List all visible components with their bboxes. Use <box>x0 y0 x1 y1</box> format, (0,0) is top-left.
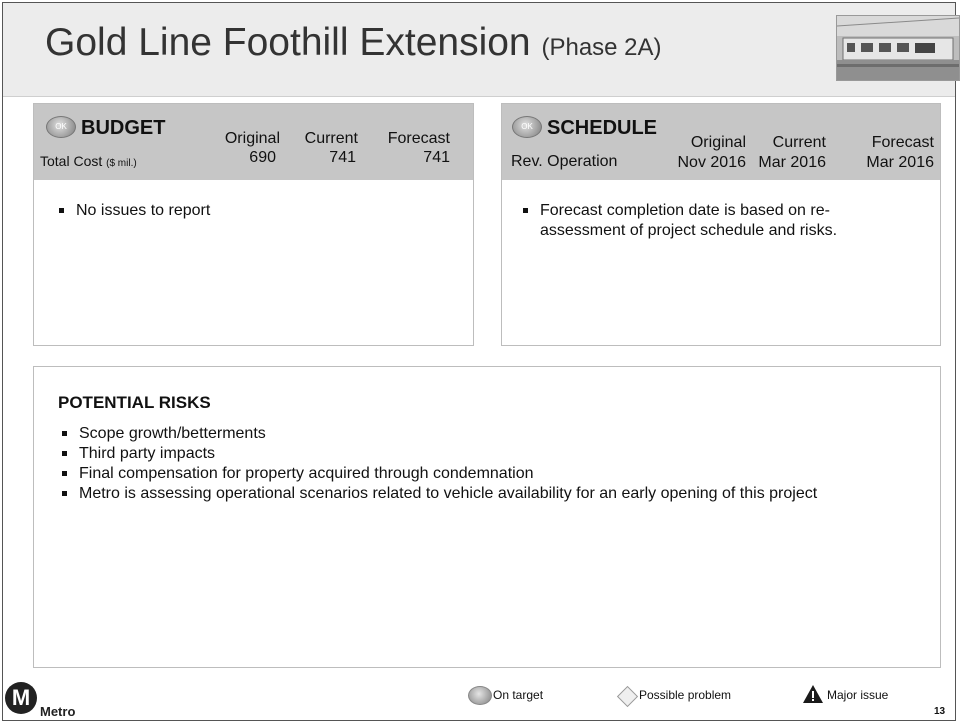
header-band: Gold Line Foothill Extension (Phase 2A) <box>3 3 960 97</box>
list-item: Scope growth/betterments <box>59 424 899 444</box>
schedule-metric-label: Rev. Operation <box>511 153 618 170</box>
legend-major-issue: Major issue <box>827 688 889 702</box>
train-photo <box>836 15 960 81</box>
title-phase: (Phase 2A) <box>541 34 662 61</box>
budget-col-original: Original <box>224 130 280 147</box>
budget-col-current: Current <box>304 130 358 147</box>
metro-logo: M <box>5 682 37 714</box>
warning-triangle-icon <box>803 685 823 703</box>
on-target-icon <box>468 686 492 705</box>
budget-value-forecast: 741 <box>423 149 450 166</box>
page-number: 13 <box>934 706 946 717</box>
schedule-panel-header: OK SCHEDULE Rev. Operation Original Curr… <box>502 104 940 180</box>
schedule-col-forecast: Forecast <box>871 134 934 151</box>
schedule-value-forecast: Mar 2016 <box>866 154 934 171</box>
budget-value-original: 690 <box>249 149 276 166</box>
list-item: Forecast completion date is based on re-… <box>520 201 910 241</box>
title-text: Gold Line Foothill Extension <box>45 21 531 64</box>
list-item: Metro is assessing operational scenarios… <box>59 484 899 504</box>
page-title: Gold Line Foothill Extension (Phase 2A) <box>45 21 662 65</box>
budget-label: BUDGET <box>81 117 166 139</box>
schedule-value-original: Nov 2016 <box>677 154 747 171</box>
list-item: Final compensation for property acquired… <box>59 464 899 484</box>
schedule-label: SCHEDULE <box>547 117 658 139</box>
list-item: Third party impacts <box>59 444 899 464</box>
risks-list: Scope growth/betterments Third party imp… <box>59 424 899 504</box>
schedule-col-current: Current <box>772 134 826 151</box>
list-item: No issues to report <box>56 201 456 221</box>
schedule-value-current: Mar 2016 <box>758 154 826 171</box>
budget-value-current: 741 <box>329 149 356 166</box>
ok-status-icon: OK <box>512 116 542 138</box>
budget-metric-unit: ($ mil.) <box>106 158 137 169</box>
schedule-notes: Forecast completion date is based on re-… <box>520 201 910 241</box>
budget-panel-header: OK BUDGET Total Cost ($ mil.) Original C… <box>34 104 473 180</box>
budget-metric-text: Total Cost <box>40 153 103 169</box>
legend-on-target: On target <box>493 688 544 702</box>
ok-status-icon: OK <box>46 116 76 138</box>
budget-col-forecast: Forecast <box>387 130 450 147</box>
metro-wordmark: Metro <box>40 704 76 719</box>
budget-metric-label: Total Cost ($ mil.) <box>40 153 137 169</box>
legend-possible-problem: Possible problem <box>639 688 732 702</box>
train-image-icon <box>837 16 959 80</box>
risks-title: POTENTIAL RISKS <box>58 393 211 412</box>
budget-panel: OK BUDGET Total Cost ($ mil.) Original C… <box>33 103 474 346</box>
schedule-panel: OK SCHEDULE Rev. Operation Original Curr… <box>501 103 941 346</box>
budget-notes: No issues to report <box>56 201 456 221</box>
schedule-col-original: Original <box>690 134 746 151</box>
